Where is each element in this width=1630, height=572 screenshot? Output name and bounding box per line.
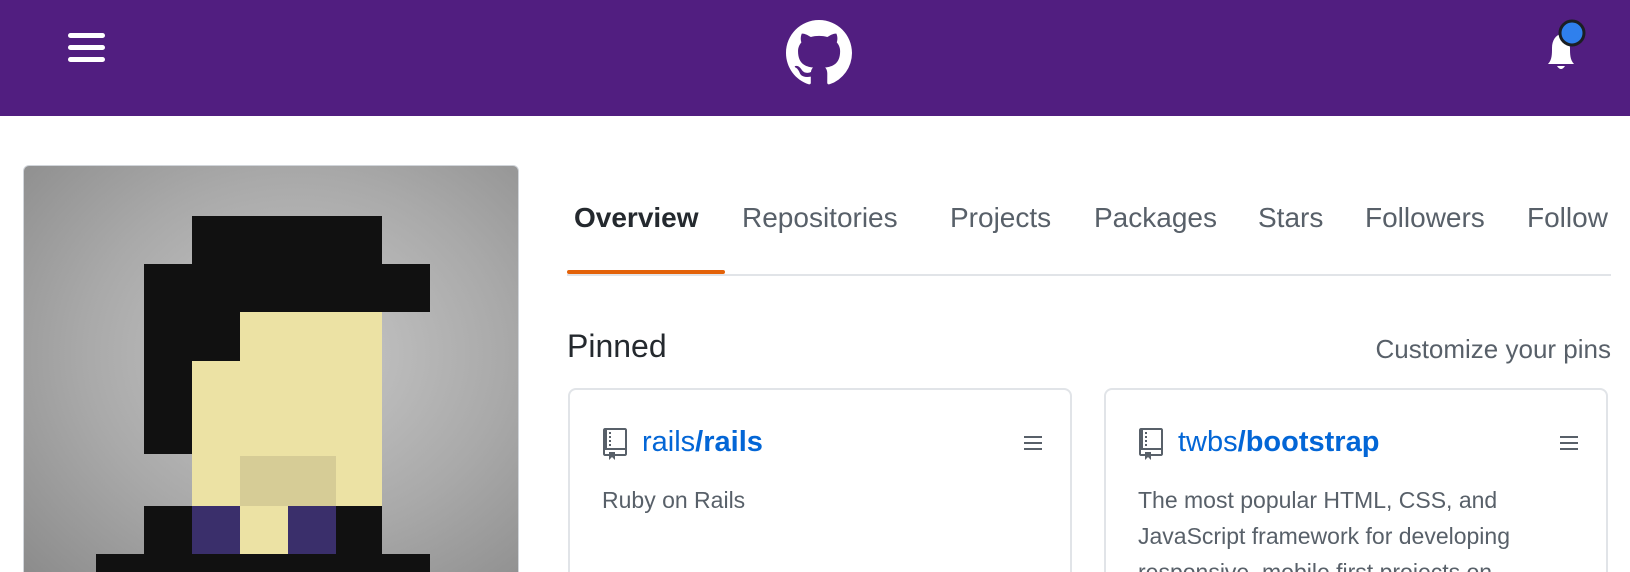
repo-owner: rails bbox=[642, 426, 696, 458]
tab-overview[interactable]: Overview bbox=[574, 186, 699, 276]
github-octocat-icon[interactable] bbox=[786, 20, 852, 86]
bell-icon[interactable] bbox=[1530, 18, 1592, 74]
tab-packages[interactable]: Packages bbox=[1094, 186, 1217, 276]
active-tab-indicator bbox=[567, 270, 725, 274]
repo-book-icon bbox=[603, 428, 627, 460]
tab-following[interactable]: Follow bbox=[1527, 186, 1608, 276]
repo-owner: twbs bbox=[1178, 426, 1238, 458]
repo-link[interactable]: twbs/bootstrap bbox=[1178, 426, 1379, 459]
pinned-repo-card: rails/rails Ruby on Rails bbox=[568, 388, 1072, 572]
drag-handle-icon[interactable] bbox=[1024, 436, 1042, 452]
pinned-section-title: Pinned bbox=[567, 328, 667, 364]
repo-description: Ruby on Rails bbox=[602, 487, 746, 513]
tab-repositories[interactable]: Repositories bbox=[742, 186, 898, 276]
tab-stars[interactable]: Stars bbox=[1258, 186, 1323, 276]
repo-book-icon bbox=[1139, 428, 1163, 460]
hamburger-icon[interactable] bbox=[68, 33, 106, 67]
tab-followers[interactable]: Followers bbox=[1365, 186, 1485, 276]
top-navigation-bar bbox=[0, 0, 1630, 116]
repo-description: The most popular HTML, CSS, and JavaScri… bbox=[1138, 487, 1510, 572]
repo-name: /bootstrap bbox=[1237, 426, 1380, 458]
repo-link[interactable]: rails/rails bbox=[642, 426, 763, 459]
repo-name: /rails bbox=[695, 426, 763, 458]
tab-projects[interactable]: Projects bbox=[950, 186, 1051, 276]
profile-tabs: Overview Repositories Projects Packages … bbox=[567, 186, 1611, 276]
avatar[interactable] bbox=[23, 165, 519, 572]
pixel-avatar bbox=[96, 216, 430, 572]
unread-indicator-dot bbox=[1558, 19, 1586, 47]
pinned-repo-card: twbs/bootstrap The most popular HTML, CS… bbox=[1104, 388, 1608, 572]
drag-handle-icon[interactable] bbox=[1560, 436, 1578, 452]
customize-pins-link[interactable]: Customize your pins bbox=[1375, 334, 1611, 365]
